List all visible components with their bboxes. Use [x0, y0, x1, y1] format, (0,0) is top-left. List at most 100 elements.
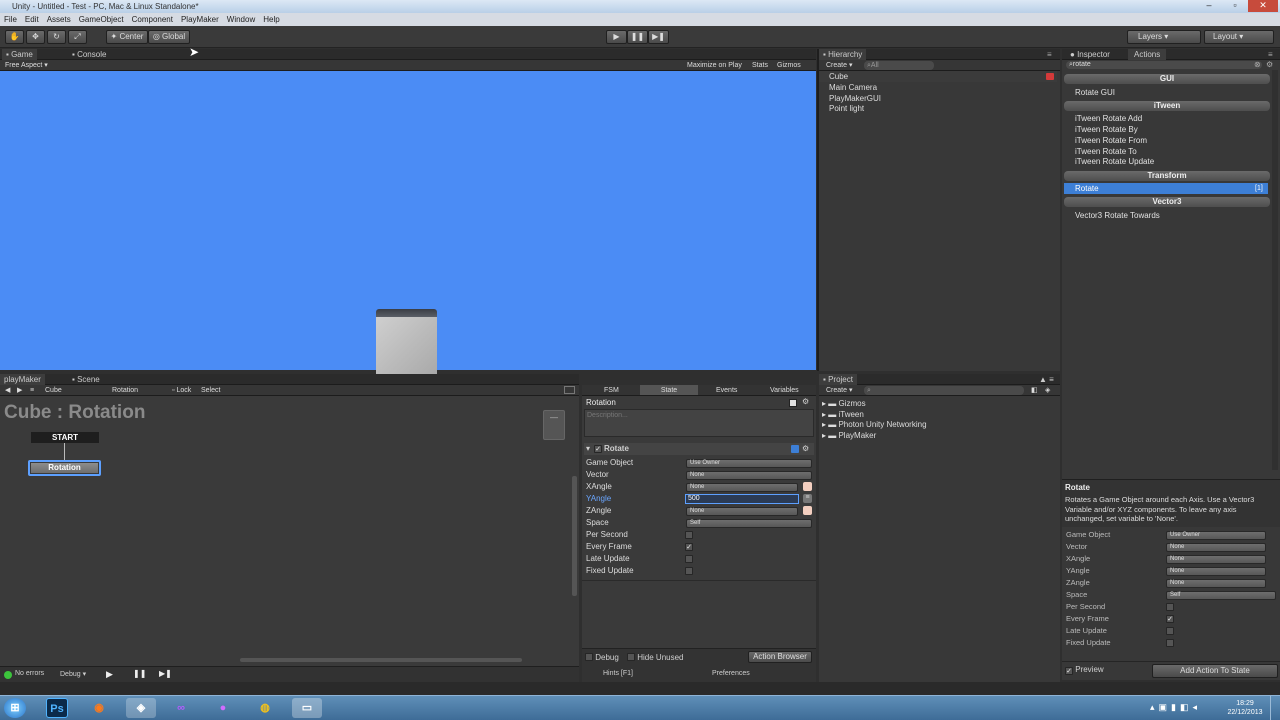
- blender-icon[interactable]: ◉: [88, 698, 110, 718]
- yangle-variable-toggle[interactable]: ≡: [803, 494, 812, 503]
- project-folder[interactable]: ▸ ▬ Gizmos: [822, 398, 866, 409]
- graph-vertical-scrollbar[interactable]: [572, 476, 577, 596]
- scale-tool-icon[interactable]: ⤢: [68, 30, 87, 44]
- play-button[interactable]: ▶: [606, 30, 627, 44]
- panel-menu-icon[interactable]: ▲ ≡: [1039, 374, 1054, 385]
- yangle-input[interactable]: 500: [685, 494, 799, 504]
- project-search-input[interactable]: ⌕: [864, 386, 1024, 395]
- tab-console[interactable]: ▪ Console: [68, 49, 110, 60]
- state-name-field[interactable]: Rotation: [586, 398, 616, 407]
- settings-gear-icon[interactable]: ⚙: [1266, 60, 1273, 69]
- debug-toggle[interactable]: Debug: [585, 652, 619, 662]
- maximize-button[interactable]: ▫: [1222, 0, 1248, 12]
- pause-button[interactable]: ❚❚: [133, 669, 146, 678]
- debug-dropdown[interactable]: Debug ▾: [60, 670, 86, 678]
- filter-label-icon[interactable]: ◈: [1045, 385, 1050, 396]
- chrome-icon[interactable]: ◍: [254, 698, 276, 718]
- action-enabled-checkbox[interactable]: ✓: [594, 445, 602, 453]
- category-header-itween[interactable]: iTween: [1064, 101, 1270, 111]
- preview-prop-dropdown[interactable]: None: [1166, 567, 1266, 576]
- project-folder[interactable]: ▸ ▬ PlayMaker: [822, 430, 876, 441]
- actions-search-input[interactable]: ⌕rotate: [1066, 61, 1262, 69]
- panel-menu-icon[interactable]: ≡: [1047, 49, 1052, 60]
- hierarchy-search-input[interactable]: ⌕All: [864, 61, 934, 70]
- filter-type-icon[interactable]: ◧: [1031, 385, 1038, 396]
- lock-toggle[interactable]: ▫ Lock: [172, 385, 191, 396]
- layers-dropdown[interactable]: Layers ▾: [1127, 30, 1201, 44]
- visual-studio-icon[interactable]: ∞: [170, 698, 192, 718]
- hierarchy-item-cube[interactable]: Cube: [819, 71, 1057, 82]
- graph-minimap-toggle[interactable]: —: [543, 410, 565, 440]
- action-item-selected[interactable]: Rotate [1]: [1064, 183, 1268, 194]
- state-description-field[interactable]: Description...: [584, 409, 814, 437]
- tab-scene[interactable]: ▪ Scene: [68, 374, 104, 385]
- hand-tool-icon[interactable]: ✋: [5, 30, 24, 44]
- action-item[interactable]: iTween Rotate Add: [1075, 113, 1142, 124]
- space-dropdown[interactable]: Self: [686, 519, 812, 528]
- action-item[interactable]: iTween Rotate From: [1075, 135, 1147, 146]
- menu-assets[interactable]: Assets: [43, 13, 75, 26]
- gizmos-dropdown[interactable]: Gizmos: [777, 60, 801, 71]
- hints-button[interactable]: Hints [F1]: [603, 670, 633, 677]
- tab-fsm[interactable]: FSM: [604, 385, 619, 396]
- tab-events[interactable]: Events: [716, 385, 737, 396]
- step-button[interactable]: ▶❚: [648, 30, 669, 44]
- state-node-rotation[interactable]: Rotation: [28, 460, 101, 476]
- action-item[interactable]: Rotate GUI: [1075, 87, 1115, 98]
- clear-search-icon[interactable]: ⊗: [1254, 60, 1261, 69]
- window-icon[interactable]: ▭: [292, 698, 322, 718]
- late-update-checkbox[interactable]: [685, 555, 693, 563]
- action-help-icon[interactable]: [791, 445, 799, 453]
- zangle-dropdown[interactable]: None: [686, 507, 798, 516]
- preview-checkbox[interactable]: [1166, 627, 1174, 635]
- preview-checkbox[interactable]: [1166, 639, 1174, 647]
- xangle-dropdown[interactable]: None: [686, 483, 798, 492]
- history-menu-icon[interactable]: ≡: [30, 385, 34, 396]
- action-item[interactable]: Vector3 Rotate Towards: [1075, 210, 1160, 221]
- per-second-checkbox[interactable]: [685, 531, 693, 539]
- xangle-variable-toggle[interactable]: [803, 482, 812, 491]
- action-header-rotate[interactable]: ▾ ✓ Rotate ⚙: [584, 443, 814, 455]
- playmaker-fsm-icon[interactable]: [1046, 73, 1054, 80]
- graph-horizontal-scrollbar[interactable]: [240, 658, 522, 662]
- menu-gameobject[interactable]: GameObject: [75, 13, 128, 26]
- vector-dropdown[interactable]: None: [686, 471, 812, 480]
- aspect-dropdown[interactable]: Free Aspect ▾: [5, 60, 48, 71]
- tab-variables[interactable]: Variables: [770, 385, 799, 396]
- every-frame-checkbox[interactable]: ✓: [685, 543, 693, 551]
- tab-project[interactable]: ▪ Project: [819, 374, 857, 385]
- preferences-button[interactable]: Preferences: [712, 670, 750, 677]
- start-button-icon[interactable]: ⊞: [4, 698, 26, 718]
- collapse-arrow-icon[interactable]: ▾: [586, 444, 590, 453]
- menu-window[interactable]: Window: [223, 13, 259, 26]
- action-browser-button[interactable]: Action Browser: [748, 651, 812, 663]
- fsm-graph-canvas[interactable]: Cube : Rotation START Rotation —: [0, 396, 579, 666]
- hide-unused-toggle[interactable]: Hide Unused: [627, 652, 683, 662]
- panel-menu-icon[interactable]: ≡: [1268, 49, 1273, 60]
- preview-checkbox[interactable]: [1166, 603, 1174, 611]
- back-arrow-icon[interactable]: ◀: [5, 385, 10, 396]
- preview-checkbox-checked[interactable]: ✓: [1166, 615, 1174, 623]
- close-button[interactable]: ✕: [1248, 0, 1278, 12]
- state-settings-gear-icon[interactable]: ⚙: [802, 397, 809, 406]
- play-button[interactable]: ▶: [106, 669, 113, 680]
- action-item[interactable]: iTween Rotate Update: [1075, 156, 1154, 167]
- tab-hierarchy[interactable]: ▪ Hierarchy: [819, 49, 867, 60]
- tab-game[interactable]: ▪ Game: [2, 49, 37, 60]
- project-create-dropdown[interactable]: Create ▾: [826, 385, 852, 396]
- select-button[interactable]: Select: [201, 385, 220, 396]
- tab-playmaker[interactable]: playMaker: [0, 374, 45, 385]
- taskbar-clock[interactable]: 18:29 22/12/2013: [1225, 699, 1265, 717]
- menu-file[interactable]: File: [0, 13, 21, 26]
- add-action-button[interactable]: Add Action To State: [1152, 664, 1278, 678]
- preview-toggle[interactable]: ✓ Preview: [1065, 665, 1104, 675]
- state-color-swatch[interactable]: [789, 399, 797, 407]
- zangle-variable-toggle[interactable]: [803, 506, 812, 515]
- hierarchy-item-main-camera[interactable]: Main Camera: [829, 82, 877, 93]
- preview-prop-dropdown[interactable]: None: [1166, 555, 1266, 564]
- gameobject-dropdown[interactable]: Use Owner: [686, 459, 812, 468]
- graph-view-icon[interactable]: [564, 386, 575, 394]
- maximize-on-play-toggle[interactable]: Maximize on Play: [687, 60, 742, 71]
- menu-help[interactable]: Help: [259, 13, 283, 26]
- menu-edit[interactable]: Edit: [21, 13, 43, 26]
